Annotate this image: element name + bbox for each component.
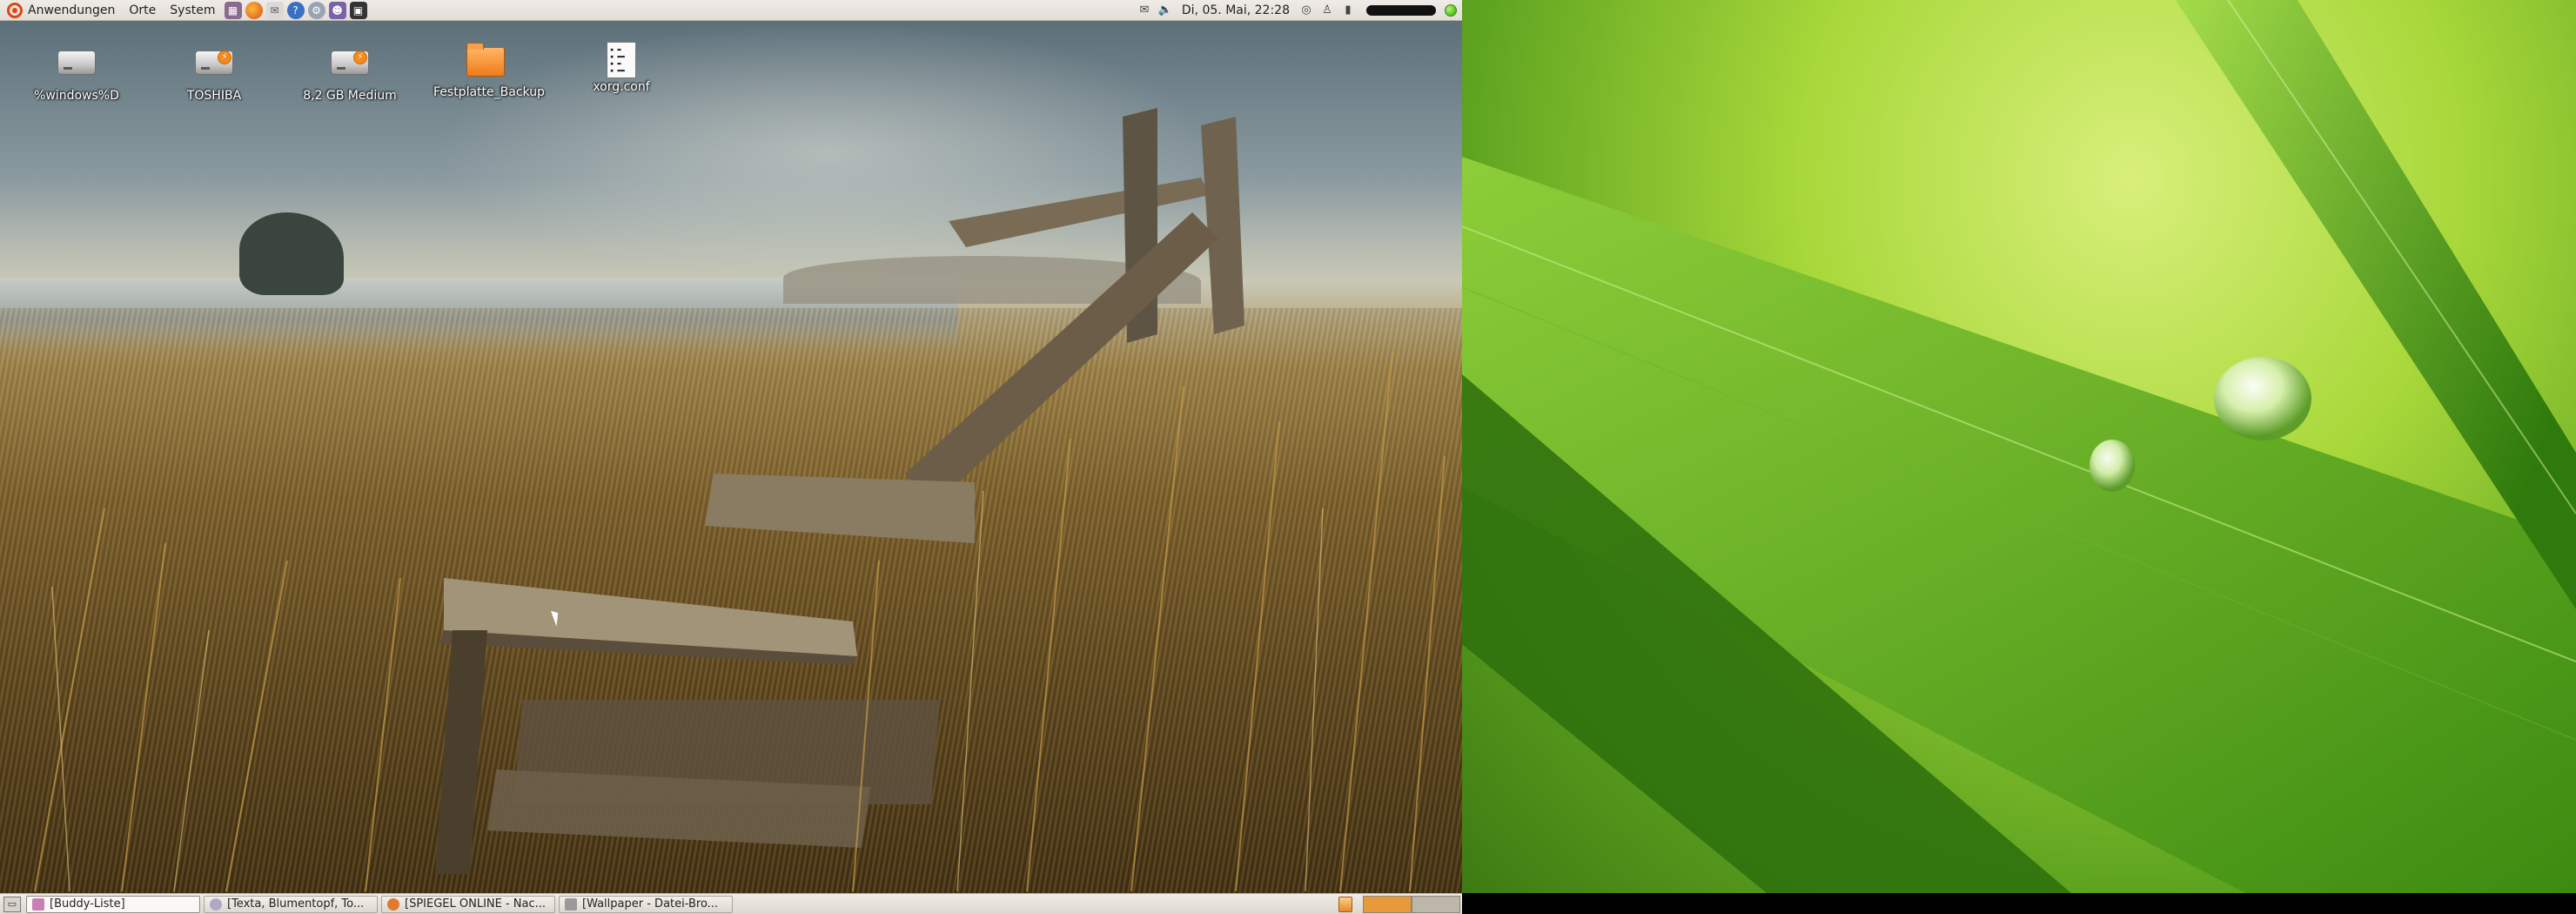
show-desktop-button[interactable]: ▭ [3,896,21,912]
desktop-icon-label: %windows%D [34,89,119,103]
battery-icon[interactable]: ▮ [1340,3,1356,17]
applications-menu-label: Anwendungen [28,3,116,17]
help-icon[interactable]: ? [286,1,305,19]
places-menu[interactable]: Orte [122,0,163,21]
firefox-icon[interactable] [245,1,263,19]
network-icon[interactable]: ◎ [1298,3,1314,17]
desktop-icon-xorg-conf[interactable]: ▪ ▬ ▪ ▬▬ ▪ ▬ ▪ ▬▬ xorg.conf [569,42,674,94]
pidgin-icon [32,897,44,911]
desktop-icon-label: TOSHIBA [186,89,242,103]
desktop-icon-festplatte-backup[interactable]: Festplatte_Backup [433,43,545,99]
desktop-icon-label: 8,2 GB Medium [303,89,397,103]
ubuntu-logo-icon [7,2,23,18]
right-monitor [1462,0,2576,914]
usb-drive-icon: ⚡ [331,50,369,85]
desktop-icon-8gb-medium[interactable]: ⚡ 8,2 GB Medium [298,44,402,103]
beach-wallpaper [0,21,1462,893]
left-monitor: Anwendungen Orte System ▦ ✉ ? ⚙ ☻ ▣ ✉ 🔈 … [0,0,1462,914]
taskbar-item-spiegel-online[interactable]: [SPIEGEL ONLINE - Nac... [381,895,555,913]
folder-icon [466,43,505,82]
system-menu[interactable]: System [163,0,222,21]
places-menu-label: Orte [129,3,157,17]
user-switcher-icon[interactable]: ♙ [1319,3,1335,17]
leaf-wallpaper [1462,0,2576,893]
water-drop [2214,357,2311,440]
workspace-1[interactable] [1363,895,1412,913]
terminal-icon[interactable]: ▣ [349,1,367,19]
mail-icon[interactable]: ✉ [265,1,284,19]
clock[interactable]: Di, 05. Mai, 22:28 [1178,3,1293,17]
beach-chairs-illustration [34,108,1446,892]
trash-icon[interactable] [1338,896,1352,912]
chat-icon [210,897,222,911]
system-menu-label: System [170,3,216,17]
taskbar-item-label: [Wallpaper - Datei-Bro... [582,897,719,911]
desktop-icon-label: xorg.conf [593,80,650,94]
taskbar-item-texta[interactable]: [Texta, Blumentopf, To... [204,895,378,913]
taskbar-item-wallpaper-browser[interactable]: [Wallpaper - Datei-Bro... [559,895,733,913]
text-file-icon: ▪ ▬ ▪ ▬▬ ▪ ▬ ▪ ▬▬ [602,42,641,78]
pidgin-icon[interactable]: ☻ [328,1,346,19]
taskbar-item-label: [Buddy-Liste] [50,897,125,911]
file-browser-icon [565,897,577,911]
top-panel: Anwendungen Orte System ▦ ✉ ? ⚙ ☻ ▣ ✉ 🔈 … [0,0,1462,21]
system-tray: ✉ 🔈 Di, 05. Mai, 22:28 ◎ ♙ ▮ [1137,0,1462,21]
mail-notification-icon[interactable]: ✉ [1137,3,1152,17]
settings-icon[interactable]: ⚙ [307,1,325,19]
workspace-2[interactable] [1412,895,1460,913]
desktop-icon-label: Festplatte_Backup [433,85,545,99]
water-drop [2090,440,2135,492]
volume-icon[interactable]: 🔈 [1157,3,1173,17]
leaf-illustration [1462,0,2576,893]
desktop-icon-windows-drive[interactable]: %windows%D [24,44,129,103]
game-icon[interactable]: ▦ [224,1,242,19]
usb-drive-icon: ⚡ [195,50,233,85]
applications-menu[interactable]: Anwendungen [0,0,122,21]
desktop-icon-toshiba[interactable]: ⚡ TOSHIBA [162,44,266,103]
taskbar-item-label: [Texta, Blumentopf, To... [227,897,365,911]
drive-icon [57,50,96,85]
bottom-panel-right [1338,894,1462,914]
firefox-icon [387,897,399,911]
screen-bottom-strip [1462,893,2576,914]
taskbar-item-buddy-list[interactable]: [Buddy-Liste] [26,895,200,913]
bottom-panel: ▭ [Buddy-Liste] [Texta, Blumentopf, To..… [0,893,1462,914]
progress-bar [1366,4,1436,16]
taskbar-item-label: [SPIEGEL ONLINE - Nac... [405,897,547,911]
power-icon[interactable] [1445,3,1457,17]
